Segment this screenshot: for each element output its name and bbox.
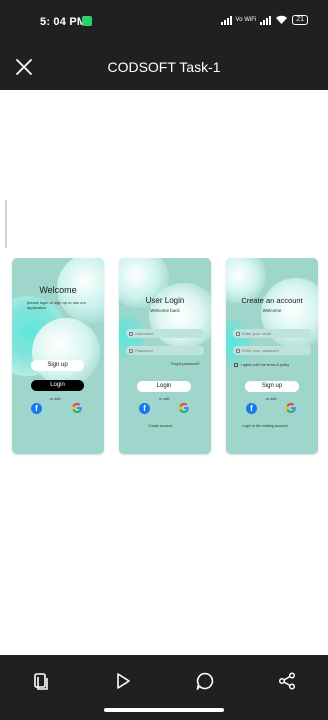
scroll-indicator[interactable]	[5, 200, 7, 248]
play-icon[interactable]	[113, 671, 133, 691]
password-placeholder: Enter your password	[242, 348, 279, 353]
battery-icon: 21	[292, 15, 308, 25]
google-icon	[285, 402, 296, 413]
status-icons: Vo WiFi 21	[220, 15, 308, 25]
google-icon	[71, 402, 82, 413]
create-account-link: Create account	[148, 424, 173, 428]
comment-icon[interactable]	[195, 671, 215, 691]
battery-level: 21	[296, 16, 304, 23]
decor-bubble	[32, 318, 100, 386]
share-icon[interactable]	[277, 671, 297, 691]
facebook-icon: f	[31, 403, 42, 414]
username-field: Username	[126, 329, 204, 338]
status-time: 5: 04 PM	[40, 16, 87, 28]
wifi-icon	[276, 15, 288, 24]
email-field: Enter your email	[233, 329, 311, 338]
app-bar: CODSOFT Task-1	[0, 44, 328, 90]
signup-subtitle: Welcome	[262, 308, 282, 313]
home-indicator[interactable]	[104, 708, 224, 712]
decor-bubble	[226, 318, 251, 368]
login-title: User Login	[145, 296, 185, 305]
login-subtitle: Welcome back	[150, 308, 180, 313]
signup-screen-preview: Create an account Welcome Enter your ema…	[226, 258, 318, 454]
signal-icon	[220, 15, 232, 25]
login-existing-link: Login to the existing account	[242, 424, 288, 428]
status-bar: 5: 04 PM Vo WiFi 21	[0, 0, 328, 44]
google-icon	[178, 402, 189, 413]
agree-checkbox	[234, 363, 238, 367]
facebook-icon: f	[139, 403, 150, 414]
signup-title: Create an account	[241, 296, 303, 305]
signup-button: Sign up	[31, 360, 84, 371]
signal-icon	[260, 15, 272, 25]
welcome-title: Welcome	[39, 285, 77, 295]
login-button: Login	[137, 381, 191, 392]
agree-label: I agree with the terms & policy	[241, 363, 290, 367]
document-icon[interactable]	[31, 671, 51, 691]
password-field: Enter your password	[233, 346, 311, 355]
email-placeholder: Enter your email	[242, 331, 272, 336]
password-placeholder: Password	[135, 348, 153, 353]
or-with-label: or with	[266, 397, 277, 401]
page-title: CODSOFT Task-1	[107, 59, 221, 75]
or-with-label: or with	[159, 397, 170, 401]
login-button: Login	[31, 380, 84, 391]
forgot-password-link: Forgot password?	[171, 362, 200, 366]
username-placeholder: Username	[135, 331, 154, 336]
decor-bubble	[149, 283, 211, 348]
or-with-label: or with	[50, 397, 61, 401]
welcome-screen-preview: Welcome please login or sign up to use o…	[12, 258, 104, 454]
network-label: Vo WiFi	[235, 17, 257, 23]
welcome-subtitle: please login or sign up to use our appli…	[27, 300, 86, 310]
message-icon	[82, 16, 92, 26]
login-screen-preview: User Login Welcome back Username Passwor…	[119, 258, 211, 454]
signup-button: Sign up	[245, 381, 299, 392]
facebook-icon: f	[246, 403, 257, 414]
password-field: Password	[126, 346, 204, 355]
